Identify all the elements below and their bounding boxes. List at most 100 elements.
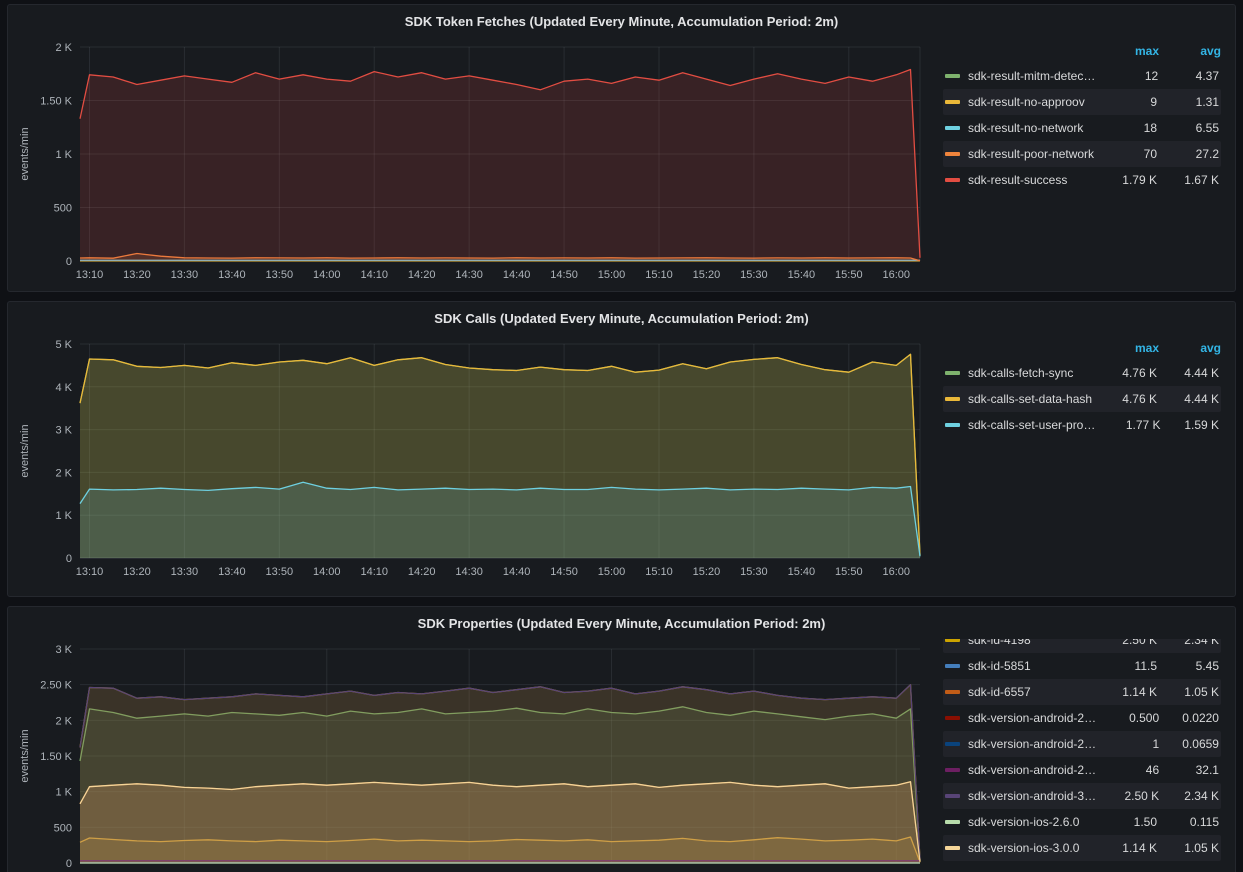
series-swatch-icon[interactable] <box>945 820 960 824</box>
avg-value: 4.44 K <box>1157 392 1219 406</box>
avg-value: 2.34 K <box>1157 639 1219 647</box>
series-label[interactable]: sdk-result-no-network <box>968 121 1095 135</box>
chart-area[interactable]: 3 K2.50 K2 K1.50 K1 K5000events/min <box>14 639 937 872</box>
series-label[interactable]: sdk-result-no-approov <box>968 95 1095 109</box>
chart-area[interactable]: 2 K1.50 K1 K5000events/min13:1013:2013:3… <box>14 37 937 289</box>
chart-canvas[interactable]: 5 K4 K3 K2 K1 K0events/min13:1013:2013:3… <box>14 334 930 586</box>
max-value: 9 <box>1095 95 1157 109</box>
avg-value: 1.31 <box>1157 95 1219 109</box>
x-axis-tick-label: 15:10 <box>645 269 673 281</box>
legend-row[interactable]: sdk-calls-set-data-hash4.76 K4.44 K <box>943 386 1221 412</box>
series-swatch-icon[interactable] <box>945 742 960 746</box>
x-axis-tick-label: 13:10 <box>76 269 104 281</box>
legend-row[interactable]: sdk-id-585111.55.45 <box>943 653 1221 679</box>
series-label[interactable]: sdk-version-ios-2.6.0 <box>968 815 1095 829</box>
series-label[interactable]: sdk-version-android-2.5.0 <box>968 737 1099 751</box>
series-swatch-icon[interactable] <box>945 716 960 720</box>
legend-row[interactable]: sdk-id-65571.14 K1.05 K <box>943 679 1221 705</box>
legend-header-avg[interactable]: avg <box>1159 341 1221 355</box>
panel-body: 5 K4 K3 K2 K1 K0events/min13:1013:2013:3… <box>8 330 1235 586</box>
legend-row[interactable]: sdk-version-android-2.6.14632.1 <box>943 757 1221 783</box>
avg-value: 0.0220 <box>1159 711 1219 725</box>
avg-value: 5.45 <box>1157 659 1219 673</box>
legend-row[interactable]: sdk-version-ios-2.6.01.500.115 <box>943 809 1221 835</box>
x-axis-tick-label: 14:20 <box>408 566 436 578</box>
legend-header-max[interactable]: max <box>1097 44 1159 58</box>
series-swatch-icon[interactable] <box>945 794 960 798</box>
y-axis-unit-label: events/min <box>19 127 31 180</box>
legend-row[interactable]: sdk-version-android-2.5.010.0659 <box>943 731 1221 757</box>
dashboard: SDK Token Fetches (Updated Every Minute,… <box>7 4 1236 872</box>
panel-title[interactable]: SDK Token Fetches (Updated Every Minute,… <box>8 5 1235 33</box>
series-label[interactable]: sdk-result-success <box>968 173 1095 187</box>
series-swatch-icon[interactable] <box>945 371 960 375</box>
avg-value: 0.115 <box>1157 815 1219 829</box>
max-value: 18 <box>1095 121 1157 135</box>
avg-value: 6.55 <box>1157 121 1219 135</box>
legend-row[interactable]: sdk-calls-fetch-sync4.76 K4.44 K <box>943 360 1221 386</box>
legend-table: sdk-id-41982.50 K2.34 Ksdk-id-585111.55.… <box>937 639 1229 872</box>
series-label[interactable]: sdk-id-4198 <box>968 639 1095 647</box>
legend-row[interactable]: sdk-version-ios-3.0.01.14 K1.05 K <box>943 835 1221 861</box>
legend-rows: sdk-calls-fetch-sync4.76 K4.44 Ksdk-call… <box>943 360 1221 438</box>
series-swatch-icon[interactable] <box>945 397 960 401</box>
legend-header-avg[interactable]: avg <box>1159 44 1221 58</box>
series-swatch-icon[interactable] <box>945 423 960 427</box>
legend-row[interactable]: sdk-version-android-2.4.00.5000.0220 <box>943 705 1221 731</box>
legend-row[interactable]: sdk-result-no-network186.55 <box>943 115 1221 141</box>
legend-row[interactable]: sdk-id-41982.50 K2.34 K <box>943 639 1221 653</box>
chart-area[interactable]: 5 K4 K3 K2 K1 K0events/min13:1013:2013:3… <box>14 334 937 586</box>
chart-canvas[interactable]: 3 K2.50 K2 K1.50 K1 K5000events/min <box>14 639 930 872</box>
x-axis-tick-label: 13:20 <box>123 269 151 281</box>
x-axis-tick-label: 15:10 <box>645 566 673 578</box>
legend-header: maxavg <box>943 336 1221 360</box>
series-label[interactable]: sdk-id-6557 <box>968 685 1095 699</box>
avg-value: 1.67 K <box>1157 173 1219 187</box>
series-label[interactable]: sdk-result-poor-network <box>968 147 1095 161</box>
series-swatch-icon[interactable] <box>945 768 960 772</box>
chart-canvas[interactable]: 2 K1.50 K1 K5000events/min13:1013:2013:3… <box>14 37 930 289</box>
legend-row[interactable]: sdk-result-no-approov91.31 <box>943 89 1221 115</box>
y-axis-tick-label: 0 <box>66 553 72 565</box>
panel-body: 2 K1.50 K1 K5000events/min13:1013:2013:3… <box>8 33 1235 289</box>
series-label[interactable]: sdk-id-5851 <box>968 659 1095 673</box>
x-axis-tick-label: 15:30 <box>740 566 768 578</box>
y-axis-tick-label: 0 <box>66 256 72 268</box>
legend-header: maxavg <box>943 39 1221 63</box>
y-axis-tick-label: 1.50 K <box>40 751 72 763</box>
series-label[interactable]: sdk-calls-set-data-hash <box>968 392 1095 406</box>
series-swatch-icon[interactable] <box>945 100 960 104</box>
avg-value: 2.34 K <box>1159 789 1219 803</box>
legend-header-max[interactable]: max <box>1097 341 1159 355</box>
legend-row[interactable]: sdk-version-android-3.0.02.50 K2.34 K <box>943 783 1221 809</box>
series-label[interactable]: sdk-version-android-2.6.1 <box>968 763 1099 777</box>
panel-title[interactable]: SDK Calls (Updated Every Minute, Accumul… <box>8 302 1235 330</box>
series-swatch-icon[interactable] <box>945 639 960 642</box>
legend-row[interactable]: sdk-result-mitm-detected124.37 <box>943 63 1221 89</box>
series-swatch-icon[interactable] <box>945 74 960 78</box>
legend-table: maxavgsdk-calls-fetch-sync4.76 K4.44 Ksd… <box>937 334 1229 586</box>
series-swatch-icon[interactable] <box>945 152 960 156</box>
series-swatch-icon[interactable] <box>945 846 960 850</box>
x-axis-tick-label: 13:10 <box>76 566 104 578</box>
series-swatch-icon[interactable] <box>945 664 960 668</box>
series-label[interactable]: sdk-calls-set-user-property <box>968 418 1102 432</box>
series-label[interactable]: sdk-version-ios-3.0.0 <box>968 841 1095 855</box>
legend-row[interactable]: sdk-calls-set-user-property1.77 K1.59 K <box>943 412 1221 438</box>
series-label[interactable]: sdk-calls-fetch-sync <box>968 366 1095 380</box>
x-axis-tick-label: 14:40 <box>503 269 531 281</box>
series-label[interactable]: sdk-version-android-2.4.0 <box>968 711 1099 725</box>
legend-row[interactable]: sdk-result-poor-network7027.2 <box>943 141 1221 167</box>
x-axis-tick-label: 14:40 <box>503 566 531 578</box>
series-swatch-icon[interactable] <box>945 178 960 182</box>
series-fill <box>80 70 920 262</box>
legend-row[interactable]: sdk-result-success1.79 K1.67 K <box>943 167 1221 193</box>
panel-title[interactable]: SDK Properties (Updated Every Minute, Ac… <box>8 607 1235 635</box>
series-swatch-icon[interactable] <box>945 126 960 130</box>
series-label[interactable]: sdk-version-android-3.0.0 <box>968 789 1099 803</box>
x-axis-tick-label: 13:50 <box>266 566 294 578</box>
series-label[interactable]: sdk-result-mitm-detected <box>968 69 1097 83</box>
x-axis-tick-label: 14:30 <box>455 566 483 578</box>
series-swatch-icon[interactable] <box>945 690 960 694</box>
avg-value: 27.2 <box>1157 147 1219 161</box>
